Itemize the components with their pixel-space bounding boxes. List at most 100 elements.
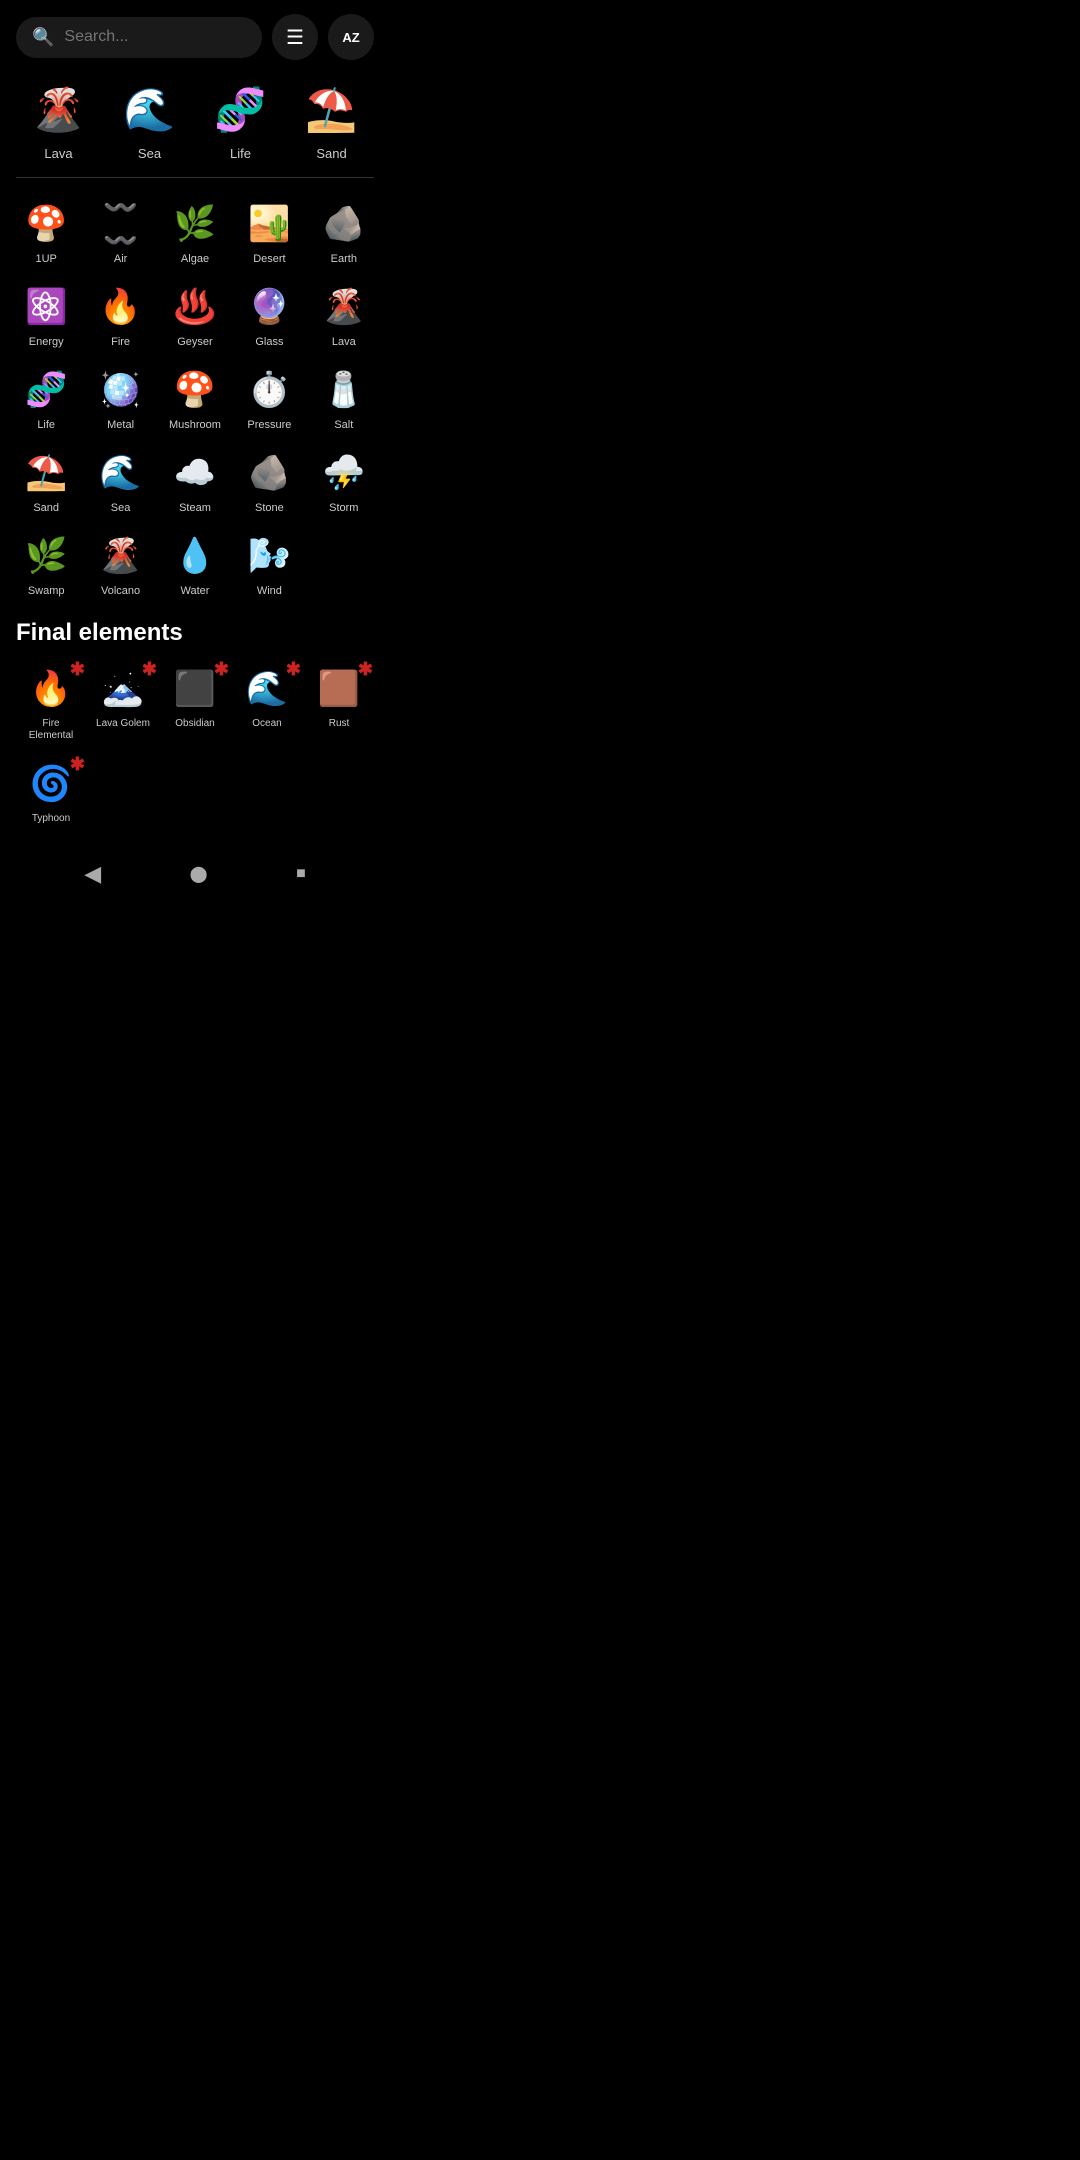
desert-label: Desert [253, 253, 285, 265]
swamp-icon: 🌿 [20, 530, 72, 582]
grid-item-geyser[interactable]: ♨️ Geyser [159, 275, 231, 354]
final-item-obsidian[interactable]: ⬛ ✱ Obsidian [160, 657, 230, 748]
sort-icon: AZ [342, 30, 359, 45]
desert-icon: 🏜️ [243, 198, 295, 250]
lava-golem-icon: 🗻 ✱ [97, 663, 149, 715]
glass-label: Glass [255, 336, 283, 348]
recent-item-sea[interactable]: 🌊 Sea [107, 78, 192, 161]
grid-item-water[interactable]: 💧 Water [159, 524, 231, 603]
metal-label: Metal [107, 419, 134, 431]
recent-item-sand[interactable]: ⛱️ Sand [289, 78, 374, 161]
pressure-icon: ⏱️ [243, 364, 295, 416]
metal-icon: 🪩 [95, 364, 147, 416]
sand2-label: Sand [33, 502, 59, 514]
salt-icon: 🧂 [318, 364, 370, 416]
star-badge-fire-elemental: ✱ [70, 659, 85, 680]
1up-icon: 🍄 [20, 198, 72, 250]
grid-item-algae[interactable]: 🌿 Algae [159, 192, 231, 271]
obsidian-icon: ⬛ ✱ [169, 663, 221, 715]
grid-item-energy[interactable]: ⚛️ Energy [10, 275, 82, 354]
wind-icon: 🌬️ [243, 530, 295, 582]
volcano-label: Volcano [101, 585, 140, 597]
ocean-label: Ocean [252, 718, 281, 730]
earth-icon: 🪨 [318, 198, 370, 250]
storm-icon: ⛈️ [318, 447, 370, 499]
storm-label: Storm [329, 502, 358, 514]
geyser-label: Geyser [177, 336, 212, 348]
1up-label: 1UP [35, 253, 56, 265]
grid-item-life[interactable]: 🧬 Life [10, 358, 82, 437]
star-badge-typhoon: ✱ [70, 754, 85, 775]
volcano-icon: 🌋 [95, 530, 147, 582]
grid-item-steam[interactable]: ☁️ Steam [159, 441, 231, 520]
grid-item-sea[interactable]: 🌊 Sea [84, 441, 156, 520]
divider [16, 177, 374, 178]
fire-icon: 🔥 [95, 281, 147, 333]
life-icon: 🧬 [209, 78, 273, 142]
steam-label: Steam [179, 502, 211, 514]
air-label: Air [114, 253, 127, 265]
grid-item-storm[interactable]: ⛈️ Storm [308, 441, 380, 520]
grid-item-fire[interactable]: 🔥 Fire [84, 275, 156, 354]
grid-item-desert[interactable]: 🏜️ Desert [233, 192, 305, 271]
algae-label: Algae [181, 253, 209, 265]
typhoon-label: Typhoon [32, 813, 70, 825]
sea-icon: 🌊 [118, 78, 182, 142]
search-input[interactable] [64, 28, 246, 46]
recent-item-lava[interactable]: 🌋 Lava [16, 78, 101, 161]
grid-item-lava[interactable]: 🌋 Lava [308, 275, 380, 354]
elements-grid: 🍄 1UP 〰️〰️ Air 🌿 Algae 🏜️ Desert 🪨 Earth… [10, 192, 380, 603]
air-icon: 〰️〰️ [95, 198, 147, 250]
grid-item-metal[interactable]: 🪩 Metal [84, 358, 156, 437]
grid-item-pressure[interactable]: ⏱️ Pressure [233, 358, 305, 437]
recent-button[interactable]: ■ [296, 865, 306, 883]
grid-item-swamp[interactable]: 🌿 Swamp [10, 524, 82, 603]
lava2-label: Lava [332, 336, 356, 348]
energy-icon: ⚛️ [20, 281, 72, 333]
final-item-ocean[interactable]: 🌊 ✱ Ocean [232, 657, 302, 748]
sand2-icon: ⛱️ [20, 447, 72, 499]
mushroom-icon: 🍄 [169, 364, 221, 416]
final-item-rust[interactable]: 🟫 ✱ Rust [304, 657, 374, 748]
filter-button[interactable]: ☰ [272, 14, 318, 60]
energy-label: Energy [29, 336, 64, 348]
grid-item-wind[interactable]: 🌬️ Wind [233, 524, 305, 603]
obsidian-label: Obsidian [175, 718, 214, 730]
life2-label: Life [37, 419, 55, 431]
home-button[interactable]: ⬤ [190, 864, 208, 884]
grid-item-air[interactable]: 〰️〰️ Air [84, 192, 156, 271]
stone-label: Stone [255, 502, 284, 514]
pressure-label: Pressure [247, 419, 291, 431]
final-item-fire-elemental[interactable]: 🔥 ✱ FireElemental [16, 657, 86, 748]
lava2-icon: 🌋 [318, 281, 370, 333]
grid-item-glass[interactable]: 🔮 Glass [233, 275, 305, 354]
ocean-icon: 🌊 ✱ [241, 663, 293, 715]
grid-item-earth[interactable]: 🪨 Earth [308, 192, 380, 271]
fire-elemental-label: FireElemental [29, 718, 73, 742]
grid-item-sand[interactable]: ⛱️ Sand [10, 441, 82, 520]
grid-item-volcano[interactable]: 🌋 Volcano [84, 524, 156, 603]
sort-button[interactable]: AZ [328, 14, 374, 60]
sand-label: Sand [316, 146, 346, 161]
final-item-lava-golem[interactable]: 🗻 ✱ Lava Golem [88, 657, 158, 748]
recent-item-life[interactable]: 🧬 Life [198, 78, 283, 161]
final-elements-section: Final elements 🔥 ✱ FireElemental 🗻 ✱ Lav… [0, 607, 390, 835]
grid-item-1up[interactable]: 🍄 1UP [10, 192, 82, 271]
grid-item-mushroom[interactable]: 🍄 Mushroom [159, 358, 231, 437]
grid-item-salt[interactable]: 🧂 Salt [308, 358, 380, 437]
glass-icon: 🔮 [243, 281, 295, 333]
lava-icon: 🌋 [27, 78, 91, 142]
final-elements-grid: 🔥 ✱ FireElemental 🗻 ✱ Lava Golem ⬛ ✱ Obs… [16, 657, 374, 831]
star-badge-rust: ✱ [358, 659, 373, 680]
sea2-icon: 🌊 [95, 447, 147, 499]
back-button[interactable]: ◀ [84, 861, 101, 887]
grid-item-stone[interactable]: 🪨 Stone [233, 441, 305, 520]
star-badge-ocean: ✱ [286, 659, 301, 680]
wind-label: Wind [257, 585, 282, 597]
geyser-icon: ♨️ [169, 281, 221, 333]
final-item-typhoon[interactable]: 🌀 ✱ Typhoon [16, 752, 86, 831]
sea-label: Sea [138, 146, 161, 161]
nav-bar: ◀ ⬤ ■ [0, 845, 390, 903]
search-bar[interactable]: 🔍 [16, 17, 262, 58]
earth-label: Earth [331, 253, 357, 265]
